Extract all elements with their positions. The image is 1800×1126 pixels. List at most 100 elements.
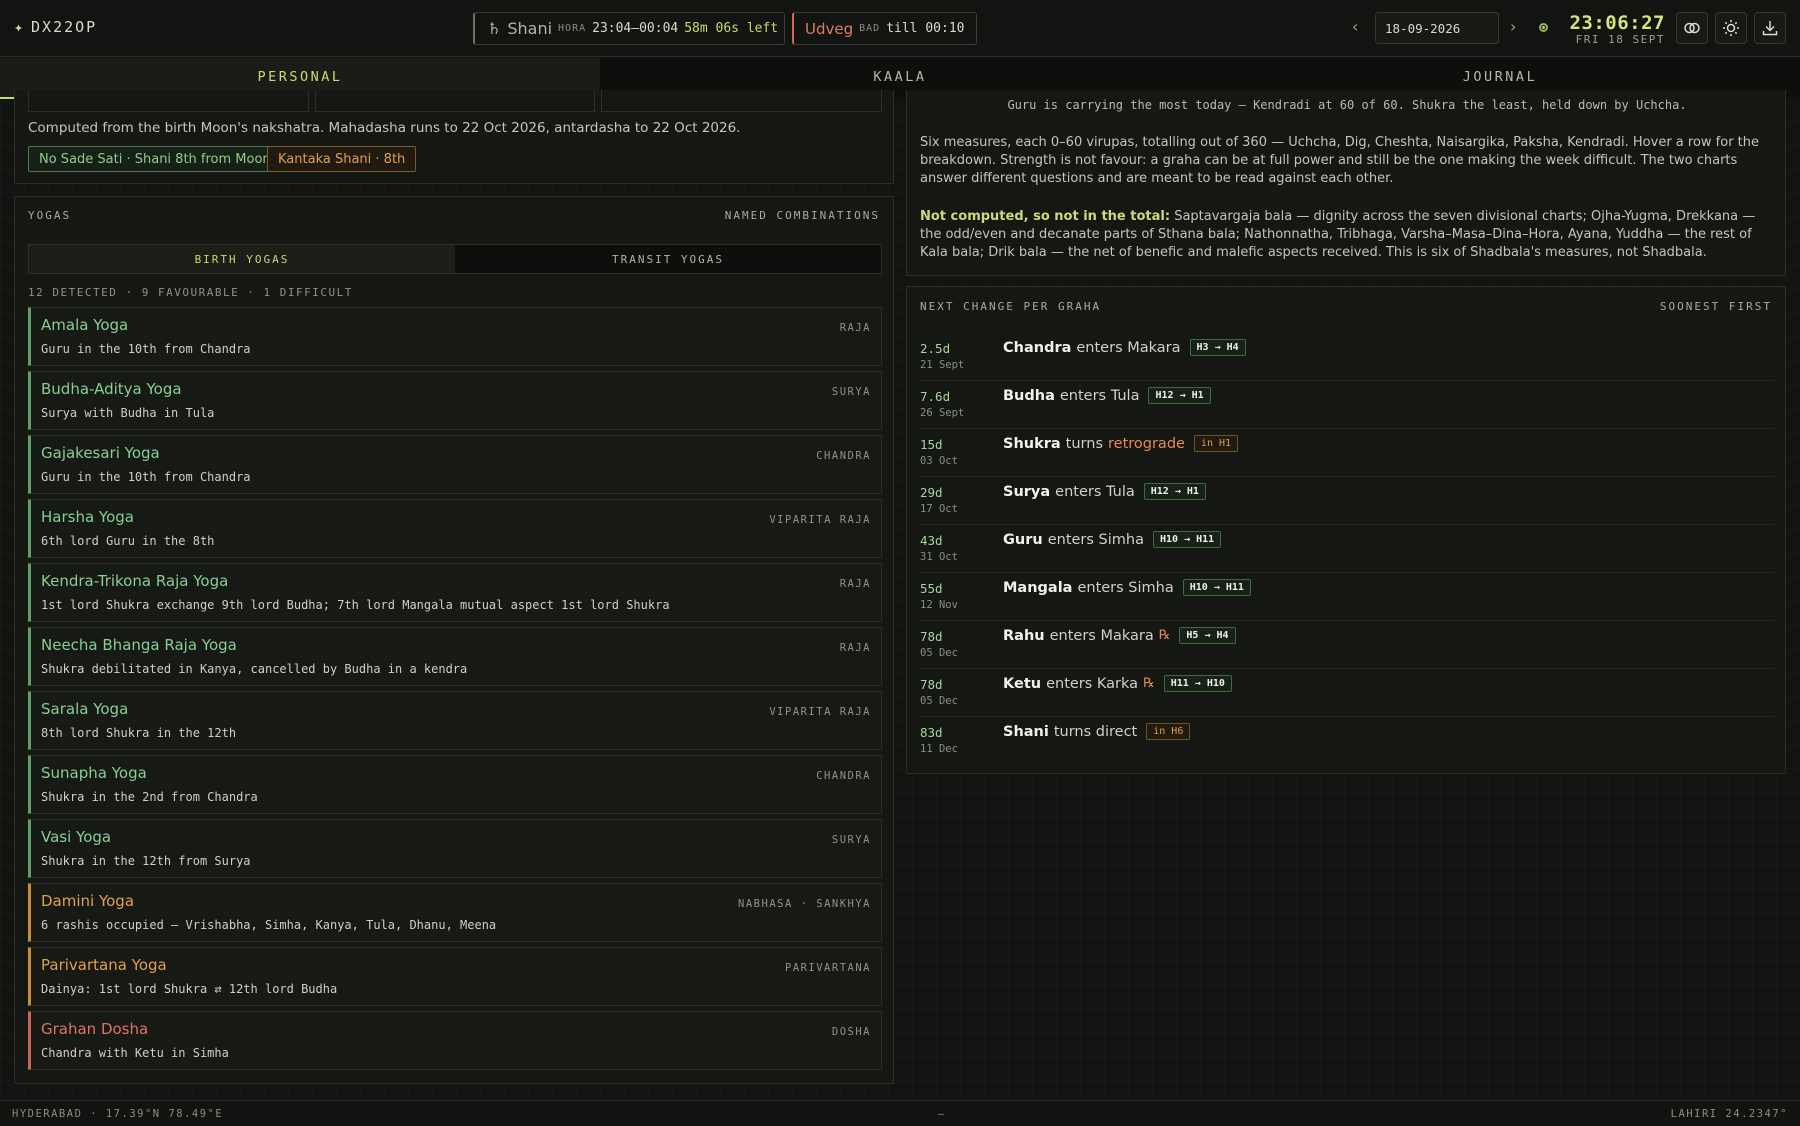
yoga-description: 8th lord Shukra in the 12th <box>41 726 237 740</box>
graha-change-row[interactable]: 7.6d 26 Sept Budha enters Tula H12 → H1 <box>920 381 1774 429</box>
change-days: 29d <box>920 485 943 500</box>
yoga-row[interactable]: Budha-Aditya Yoga SURYA Surya with Budha i… <box>28 371 882 430</box>
house-tag: H12 → H1 <box>1143 483 1206 500</box>
yoga-row[interactable]: Gajakesari Yoga CHANDRA Guru in the 10th f… <box>28 435 882 494</box>
graha-name: Rahu <box>1003 627 1045 644</box>
graha-change-row[interactable]: 15d 03 Oct Shukra turns retrograde in H1 <box>920 429 1774 477</box>
change-text: Mangala enters Simha H10 → H11 <box>1003 579 1251 596</box>
graha-name: Budha <box>1003 387 1055 404</box>
choghadiya-until: till 00:10 <box>886 21 965 36</box>
graha-change-row[interactable]: 2.5d 21 Sept Chandra enters Makara H3 → H4 <box>920 333 1774 381</box>
tab-transit-yogas[interactable]: TRANSIT YOGAS <box>455 245 881 273</box>
yoga-type: SURYA <box>831 386 871 398</box>
change-days: 78d <box>920 629 943 644</box>
retrograde-icon: ℞ <box>1158 628 1171 643</box>
yoga-type: SURYA <box>831 834 871 846</box>
yoga-name: Neecha Bhanga Raja Yoga <box>41 636 237 654</box>
yoga-row[interactable]: Harsha Yoga VIPARITA RAJA 6th lord Guru in… <box>28 499 882 558</box>
tab-birth-yogas[interactable]: BIRTH YOGAS <box>29 245 455 273</box>
yoga-name: Gajakesari Yoga <box>41 444 160 462</box>
yoga-row[interactable]: Sunapha Yoga CHANDRA Shukra in the 2nd fro… <box>28 755 882 814</box>
retrograde-icon: ℞ <box>1143 676 1155 691</box>
change-days: 7.6d <box>920 389 951 404</box>
graha-name: Ketu <box>1003 675 1042 692</box>
shadbala-not-computed: Not computed, so not in the total: Sapta… <box>920 208 1772 262</box>
change-days: 15d <box>920 437 943 452</box>
hora-label: HORA <box>558 23 587 34</box>
date-field[interactable]: 18-09-2026 <box>1375 12 1499 44</box>
status-bar: HYDERABAD · 17.39°N 78.49°E — LAHIRI 24.… <box>0 1100 1800 1126</box>
status-center: — <box>938 1108 946 1120</box>
yoga-name: Damini Yoga <box>41 892 135 910</box>
change-date: 05 Dec <box>920 647 958 659</box>
yoga-description: Shukra in the 2nd from Chandra <box>41 790 258 804</box>
change-date: 11 Dec <box>920 743 958 755</box>
change-text: Rahu enters Makara ℞ H5 → H4 <box>1003 627 1236 644</box>
change-date: 05 Dec <box>920 695 958 707</box>
yoga-count: 12 DETECTED · 9 FAVOURABLE · 1 DIFFICULT <box>28 286 353 299</box>
house-tag: H10 → H11 <box>1152 531 1222 548</box>
next-date-button[interactable]: › <box>1510 17 1516 36</box>
yoga-description: Chandra with Ketu in Simha <box>41 1046 229 1060</box>
theme-button[interactable] <box>1715 12 1747 44</box>
yoga-row[interactable]: Parivartana Yoga PARIVARTANA Dainya: 1st l… <box>28 947 882 1006</box>
house-tag: in H6 <box>1146 723 1191 740</box>
yogas-card: YOGAS NAMED COMBINATIONS BIRTH YOGAS TRA… <box>14 196 894 1084</box>
logo-star-icon: ✦ <box>14 18 26 36</box>
yoga-row[interactable]: Kendra-Trikona Raja Yoga RAJA 1st lord Shu… <box>28 563 882 622</box>
yoga-row[interactable]: Grahan Dosha DOSHA Chandra with Ketu in Si… <box>28 1011 882 1070</box>
yoga-type: RAJA <box>839 322 871 334</box>
graha-change-row[interactable]: 43d 31 Oct Guru enters Simha H10 → H11 <box>920 525 1774 573</box>
yoga-name: Vasi Yoga <box>41 828 112 846</box>
house-tag: H11 → H10 <box>1163 675 1232 692</box>
choghadiya-indicator[interactable]: Udveg BAD till 00:10 <box>792 12 977 45</box>
graha-change-row[interactable]: 55d 12 Nov Mangala enters Simha H10 → H11 <box>920 573 1774 621</box>
change-date: 31 Oct <box>920 551 958 563</box>
change-verb: enters Simha <box>1047 531 1144 548</box>
clock-time: 23:06:27 <box>1569 12 1665 34</box>
dasha-note: Computed from the birth Moon's nakshatra… <box>28 120 741 136</box>
eye-icon <box>1684 22 1700 34</box>
download-icon <box>1762 21 1778 36</box>
graha-change-row[interactable]: 29d 17 Oct Surya enters Tula H12 → H1 <box>920 477 1774 525</box>
prev-date-button[interactable]: ‹ <box>1352 17 1358 36</box>
change-days: 55d <box>920 581 943 596</box>
location-readout: HYDERABAD · 17.39°N 78.49°E <box>12 1108 224 1120</box>
yoga-type: VIPARITA RAJA <box>769 706 871 718</box>
hora-range: 23:04–00:04 <box>592 21 679 36</box>
yogas-title: YOGAS <box>28 209 72 222</box>
next-change-subtitle: SOONEST FIRST <box>1659 300 1772 313</box>
change-text: Chandra enters Makara H3 → H4 <box>1003 339 1246 356</box>
house-tag: H10 → H11 <box>1182 579 1251 596</box>
hora-indicator[interactable]: ♄ Shani HORA 23:04–00:04 58m 06s left <box>473 12 785 45</box>
shadbala-summary: Guru is carrying the most today — Kendra… <box>1007 98 1687 112</box>
change-verb: enters Simha <box>1077 579 1174 596</box>
shadbala-card: Guru is carrying the most today — Kendra… <box>906 90 1786 276</box>
view-toggle-button[interactable] <box>1676 12 1708 44</box>
yoga-row[interactable]: Amala Yoga RAJA Guru in the 10th from Chan… <box>28 307 882 366</box>
graha-change-row[interactable]: 83d 11 Dec Shani turns direct in H6 <box>920 717 1774 765</box>
yoga-row[interactable]: Damini Yoga NABHASA · SANKHYA 6 rashis occ… <box>28 883 882 942</box>
yoga-row[interactable]: Vasi Yoga SURYA Shukra in the 12th from Su… <box>28 819 882 878</box>
graha-change-row[interactable]: 78d 05 Dec Rahu enters Makara ℞ H5 → H4 <box>920 621 1774 669</box>
change-days: 2.5d <box>920 341 951 356</box>
app-logo[interactable]: ✦ DX22OP <box>14 18 97 36</box>
next-change-title: NEXT CHANGE PER GRAHA <box>920 300 1102 313</box>
yoga-type: DOSHA <box>831 1026 871 1038</box>
choghadiya-name: Udveg <box>805 19 854 38</box>
yoga-type: CHANDRA <box>816 450 871 462</box>
yoga-row[interactable]: Neecha Bhanga Raja Yoga RAJA Shukra debili… <box>28 627 882 686</box>
change-verb: enters Karka <box>1046 675 1139 692</box>
ayanamsa-readout: LAHIRI 24.2347° <box>1670 1108 1788 1120</box>
yoga-type: PARIVARTANA <box>784 962 871 974</box>
kantaka-shani-badge: Kantaka Shani · 8th <box>267 146 417 172</box>
yoga-name: Sunapha Yoga <box>41 764 147 782</box>
live-dot-icon[interactable] <box>1539 23 1548 32</box>
yoga-row[interactable]: Sarala Yoga VIPARITA RAJA 8th lord Shukra … <box>28 691 882 750</box>
graha-change-row[interactable]: 78d 05 Dec Ketu enters Karka ℞ H11 → H10 <box>920 669 1774 717</box>
change-date: 26 Sept <box>920 407 965 419</box>
download-button[interactable] <box>1754 12 1786 44</box>
yoga-name: Amala Yoga <box>41 316 129 334</box>
clock: 23:06:27 FRI 18 SEPT <box>1569 12 1665 46</box>
change-extra: retrograde <box>1108 435 1185 452</box>
